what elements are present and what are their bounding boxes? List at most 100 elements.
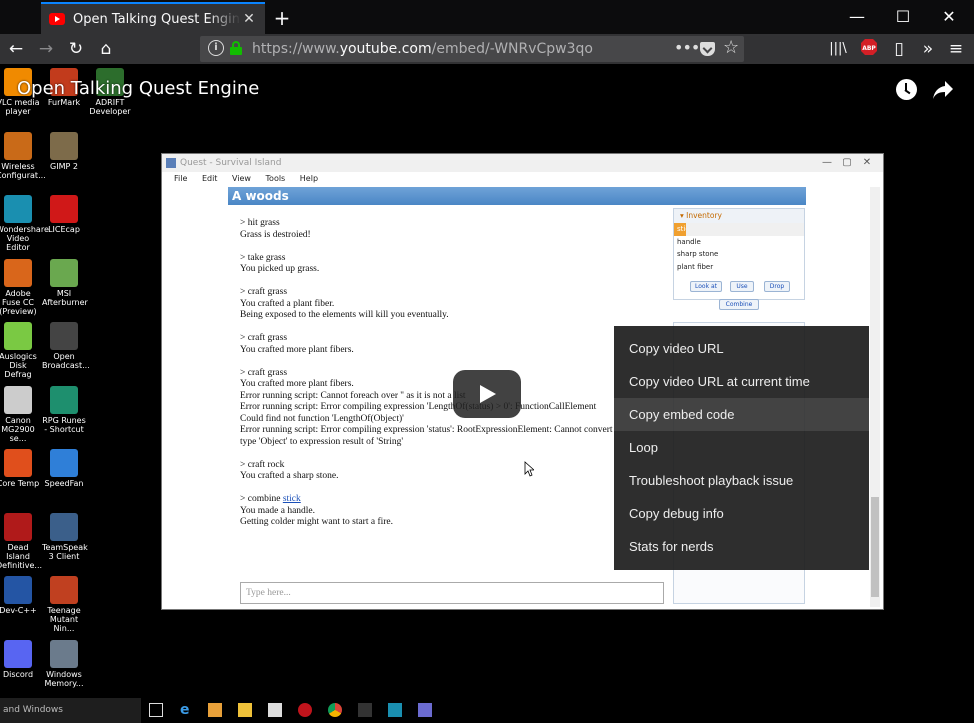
desktop-icon-image xyxy=(4,195,32,223)
combine-button-label[interactable]: Combine xyxy=(719,299,759,310)
stats-for-nerds-item[interactable]: Stats for nerds xyxy=(614,530,869,563)
mouse-cursor-icon xyxy=(524,461,534,477)
desktop-icon[interactable]: Discord xyxy=(0,639,40,679)
inventory-item[interactable]: handle xyxy=(674,236,792,249)
quest-menu-view[interactable]: View xyxy=(232,174,251,183)
desktop-icon[interactable]: Wondershare Video Editor xyxy=(0,195,49,252)
transcript-text: > hit grass Grass is destroied! > take g… xyxy=(240,218,613,481)
back-button[interactable]: ← xyxy=(5,38,27,60)
video-context-menu: Copy video URL Copy video URL at current… xyxy=(614,326,869,570)
quest-minimize-button[interactable]: — xyxy=(817,154,837,172)
minimize-button[interactable]: — xyxy=(834,4,880,30)
watch-later-icon[interactable] xyxy=(896,79,917,100)
desktop-icon[interactable]: Open Broadcast... xyxy=(42,322,90,370)
copy-embed-code-item[interactable]: Copy embed code xyxy=(614,398,869,431)
bookmark-star-icon[interactable]: ☆ xyxy=(723,37,739,58)
desktop-icon-label: ADRIFT Developer xyxy=(89,98,131,116)
play-button[interactable] xyxy=(453,370,521,418)
screen: Open Talking Quest Engine - YouTube ✕ + … xyxy=(0,0,974,723)
new-tab-button[interactable]: + xyxy=(272,6,292,30)
store-icon[interactable] xyxy=(268,703,282,717)
desktop-icon-image xyxy=(50,576,78,604)
quest-scrollbar-thumb[interactable] xyxy=(871,497,879,597)
inventory-item[interactable]: sharp stone xyxy=(674,248,792,261)
drop-button[interactable]: Drop xyxy=(764,281,790,292)
quest-menu-edit[interactable]: Edit xyxy=(202,174,218,183)
wondershare-icon[interactable] xyxy=(388,703,402,717)
copy-debug-info-item[interactable]: Copy debug info xyxy=(614,497,869,530)
transcript-tail: You made a handle. Getting colder might … xyxy=(240,505,394,528)
quest-menu-file[interactable]: File xyxy=(174,174,187,183)
reload-button[interactable]: ↻ xyxy=(65,38,87,60)
hamburger-menu-icon[interactable]: ≡ xyxy=(945,38,967,60)
desktop-icon[interactable]: Auslogics Disk Defrag xyxy=(0,322,40,379)
desktop-icon[interactable]: Adobe Fuse CC (Preview) xyxy=(0,258,40,316)
video-title[interactable]: Open Talking Quest Engine xyxy=(17,78,259,99)
url-bar[interactable]: i https://www.youtube.com/embed/-WNRvCpw… xyxy=(200,36,744,62)
desktop-icon[interactable]: Wireless Configurat... xyxy=(0,131,46,180)
loop-item[interactable]: Loop xyxy=(614,431,869,464)
quest-close-button[interactable]: ✕ xyxy=(857,154,877,172)
obs-icon[interactable] xyxy=(358,703,372,717)
media-icon[interactable] xyxy=(208,703,222,717)
look-at-button[interactable]: Look at xyxy=(690,281,722,292)
file-explorer-icon[interactable] xyxy=(238,703,252,717)
troubleshoot-item[interactable]: Troubleshoot playback issue xyxy=(614,464,869,497)
desktop-icon-label: Open Broadcast... xyxy=(42,352,90,370)
inventory-header[interactable]: ▾ Inventory xyxy=(674,209,804,223)
desktop-icon[interactable]: Windows Memory... xyxy=(42,639,86,688)
url-text[interactable]: https://www.youtube.com/embed/-WNRvCpw3q… xyxy=(252,41,593,57)
taskbar-search[interactable]: and Windows xyxy=(0,698,141,723)
desktop-icon-image xyxy=(4,449,32,477)
desktop-icon[interactable]: SpeedFan xyxy=(42,449,86,488)
desktop-icon-image xyxy=(4,385,32,414)
adblock-icon[interactable]: ABP 2 xyxy=(858,38,880,60)
desktop-icon[interactable]: Canon MG2900 se... xyxy=(0,385,40,443)
page-actions-icon[interactable]: ••• xyxy=(674,38,700,57)
desktop-icon[interactable]: Dead Island Definitive... xyxy=(0,512,42,570)
combine-command: > combine xyxy=(240,494,283,504)
chrome-icon[interactable] xyxy=(328,703,342,717)
share-icon[interactable] xyxy=(932,80,954,100)
command-input[interactable]: Type here... xyxy=(240,582,664,604)
tab-close-icon[interactable]: ✕ xyxy=(241,11,257,27)
desktop-icon[interactable]: MSI Afterburner xyxy=(42,258,88,307)
desktop-icon-image xyxy=(50,195,78,223)
copy-video-url-item[interactable]: Copy video URL xyxy=(614,332,869,365)
quest-maximize-button[interactable]: ▢ xyxy=(837,154,857,172)
inventory-panel: ▾ Inventory stick handle sharp stone pla… xyxy=(673,208,805,366)
app2-icon[interactable] xyxy=(418,703,432,717)
stick-link[interactable]: stick xyxy=(283,494,301,504)
pocket-icon[interactable] xyxy=(700,42,715,56)
app-icon[interactable] xyxy=(298,703,312,717)
library-icon[interactable]: |||\ xyxy=(827,38,849,60)
copy-video-url-time-item[interactable]: Copy video URL at current time xyxy=(614,365,869,398)
quest-menu-help[interactable]: Help xyxy=(300,174,318,183)
desktop-icon[interactable]: GIMP 2 xyxy=(42,131,86,171)
home-button[interactable]: ⌂ xyxy=(95,38,117,60)
desktop-icon[interactable]: Dev-C++ xyxy=(0,576,40,615)
quest-title-bar: Quest - Survival Island — ▢ ✕ xyxy=(162,154,883,172)
desktop-icon-image xyxy=(50,131,78,160)
quest-scrollbar[interactable] xyxy=(870,187,880,607)
inventory-item[interactable]: plant fiber xyxy=(674,261,792,274)
task-view-icon[interactable] xyxy=(149,703,163,717)
desktop-icon[interactable]: RPG Runes - Shortcut xyxy=(42,385,86,434)
sidebar-icon[interactable]: ▯ xyxy=(888,38,910,60)
desktop-icon[interactable]: Teenage Mutant Nin... xyxy=(42,576,86,633)
desktop-icon-label: Wireless Configurat... xyxy=(0,161,46,180)
desktop-icon[interactable]: Core Temp xyxy=(0,449,40,488)
close-window-button[interactable]: ✕ xyxy=(926,4,972,30)
desktop-icon-image xyxy=(50,639,78,668)
maximize-button[interactable]: ☐ xyxy=(880,4,926,30)
site-info-icon[interactable]: i xyxy=(208,40,224,56)
overflow-icon[interactable]: » xyxy=(917,38,939,60)
edge-icon[interactable]: e xyxy=(180,703,194,717)
quest-menu-tools[interactable]: Tools xyxy=(266,174,286,183)
inventory-scrollbar[interactable] xyxy=(686,223,804,236)
browser-tab-active[interactable]: Open Talking Quest Engine - YouTube ✕ xyxy=(41,2,265,34)
forward-button[interactable]: → xyxy=(35,38,57,60)
desktop-icon[interactable]: TeamSpeak 3 Client xyxy=(42,512,88,561)
desktop-icon[interactable]: LICEcap xyxy=(42,195,86,234)
use-button[interactable]: Use xyxy=(730,281,754,292)
